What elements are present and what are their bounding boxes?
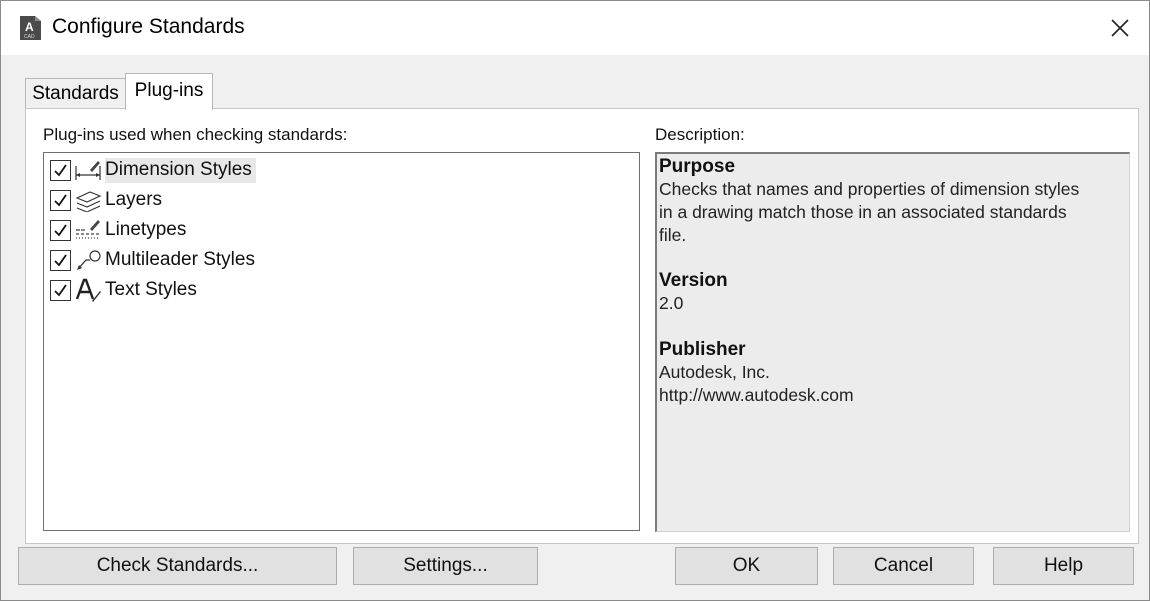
close-icon xyxy=(1111,19,1129,37)
dimension-styles-icon xyxy=(75,161,101,180)
cancel-button[interactable]: Cancel xyxy=(833,547,974,585)
description-box: Purpose Checks that names and properties… xyxy=(655,152,1130,532)
settings-button[interactable]: Settings... xyxy=(353,547,538,585)
app-icon-sub: CAD xyxy=(24,34,35,40)
layers-label: Layers xyxy=(105,188,163,210)
plug-ins-list[interactable]: Dimension Styles Layers Linetypes Multil… xyxy=(43,152,640,531)
list-item-dimension-styles[interactable]: Dimension Styles xyxy=(50,156,256,184)
autocad-app-icon: A CAD xyxy=(20,16,41,40)
linetypes-icon xyxy=(76,220,100,239)
publisher-name: Autodesk, Inc. xyxy=(659,362,770,382)
checkbox-dimension-styles[interactable] xyxy=(50,159,71,181)
purpose-text-line2: in a drawing match those in an associate… xyxy=(659,202,1067,222)
purpose-text-line3: file. xyxy=(659,225,687,245)
help-button[interactable]: Help xyxy=(993,547,1134,585)
window-title: Configure Standards xyxy=(52,15,245,38)
check-standards-button[interactable]: Check Standards... xyxy=(18,547,337,585)
checkmark-icon xyxy=(54,283,67,296)
purpose-text-line1: Checks that names and properties of dime… xyxy=(659,179,1080,199)
list-item-multileader-styles[interactable]: Multileader Styles xyxy=(50,246,259,274)
title-bar: A CAD Configure Standards xyxy=(1,1,1149,55)
description-label: Description: xyxy=(655,125,745,144)
checkbox-layers[interactable] xyxy=(50,189,71,211)
dimension-styles-label: Dimension Styles xyxy=(105,157,256,183)
version-section: Version 2.0 xyxy=(659,270,1121,315)
close-button[interactable] xyxy=(1091,1,1149,55)
list-item-linetypes[interactable]: Linetypes xyxy=(50,216,190,244)
list-item-text-styles[interactable]: Text Styles xyxy=(50,276,201,304)
checkbox-text-styles[interactable] xyxy=(50,279,71,301)
checkbox-multileader-styles[interactable] xyxy=(50,249,71,271)
layers-icon xyxy=(75,191,102,212)
tab-plug-ins[interactable]: Plug-ins xyxy=(125,73,213,110)
ok-button[interactable]: OK xyxy=(675,547,818,585)
app-icon-letter: A xyxy=(25,20,34,34)
purpose-section: Purpose Checks that names and properties… xyxy=(659,156,1121,247)
version-heading: Version xyxy=(659,270,728,291)
version-value: 2.0 xyxy=(659,293,684,313)
plug-ins-list-label: Plug-ins used when checking standards: xyxy=(43,125,348,144)
checkmark-icon xyxy=(54,163,67,176)
publisher-heading: Publisher xyxy=(659,339,746,360)
checkmark-icon xyxy=(54,223,67,236)
publisher-url: http://www.autodesk.com xyxy=(659,385,854,405)
list-item-layers[interactable]: Layers xyxy=(50,186,166,214)
publisher-section: Publisher Autodesk, Inc. http://www.auto… xyxy=(659,339,1121,407)
multileader-styles-label: Multileader Styles xyxy=(105,248,255,270)
text-styles-icon xyxy=(75,278,101,302)
tab-standards[interactable]: Standards xyxy=(25,78,126,109)
linetypes-label: Linetypes xyxy=(105,218,187,240)
checkmark-icon xyxy=(54,253,67,266)
text-styles-label: Text Styles xyxy=(105,278,197,300)
purpose-heading: Purpose xyxy=(659,156,736,177)
checkmark-icon xyxy=(54,193,67,206)
configure-standards-dialog: A CAD Configure Standards Standards Plug… xyxy=(0,0,1150,601)
multileader-styles-icon xyxy=(77,250,101,270)
checkbox-linetypes[interactable] xyxy=(50,219,71,241)
